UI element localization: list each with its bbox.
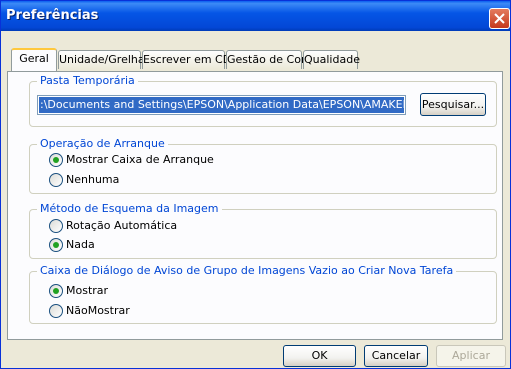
radio-label: Mostrar [66,284,109,297]
radio-selected-icon [49,153,63,167]
radio-label: Nada [66,238,95,251]
empty-warning-title: Caixa de Diálogo de Aviso de Grupo de Im… [37,264,457,277]
radio-hide-warning[interactable]: NãoMostrar [49,304,169,318]
tab-label: Geral [19,52,49,65]
tab-unidade-grelha[interactable]: Unidade/Grelha [58,50,145,69]
radio-label: Mostrar Caixa de Arranque [66,153,214,166]
radio-show-startup[interactable]: Mostrar Caixa de Arranque [49,153,249,167]
close-icon [494,13,505,24]
radio-auto-rotation[interactable]: Rotação Automática [49,219,249,233]
radio-show-warning[interactable]: Mostrar [49,284,169,298]
cancel-button[interactable]: Cancelar [364,345,428,367]
apply-label: Aplicar [452,349,490,362]
close-button[interactable] [489,8,510,29]
tab-geral[interactable]: Geral [11,48,57,71]
tab-label: Unidade/Grelha [59,53,145,66]
ok-label: OK [311,349,328,362]
startup-title: Operação de Arranque [37,137,168,150]
ok-button[interactable]: OK [283,345,356,367]
tab-qualidade[interactable]: Qualidade [303,50,360,69]
title-bar[interactable]: Preferências [1,1,510,31]
radio-label: NãoMostrar [66,304,130,317]
window-title: Preferências [6,8,99,23]
radio-selected-icon [49,284,63,298]
radio-no-startup[interactable]: Nenhuma [49,173,169,187]
tab-escrever-em-cd[interactable]: Escrever em CD [142,50,231,69]
tab-label: Qualidade [304,53,360,66]
radio-empty-icon [49,173,63,187]
layout-method-title: Método de Esquema da Imagem [37,202,222,215]
temp-folder-path-field[interactable]: :\Documents and Settings\EPSON\Applicati… [37,95,406,115]
browse-label: Pesquisar... [421,98,485,111]
tab-label: Escrever em CD [143,53,232,66]
preferences-dialog: Preferências Geral Unidade/Grelha Escrev… [0,0,511,369]
cancel-label: Cancelar [371,349,421,362]
browse-button[interactable]: Pesquisar... [420,93,486,116]
temp-folder-path-text: :\Documents and Settings\EPSON\Applicati… [39,97,404,113]
radio-selected-icon [49,238,63,252]
temp-folder-title: Pasta Temporária [37,74,138,87]
tab-gestao-de-cor[interactable]: Gestão de Cor [226,50,306,69]
radio-empty-icon [49,304,63,318]
apply-button[interactable]: Aplicar [436,345,506,367]
radio-label: Rotação Automática [66,219,178,232]
radio-label: Nenhuma [66,173,120,186]
radio-no-layout[interactable]: Nada [49,238,169,252]
radio-empty-icon [49,219,63,233]
tab-label: Gestão de Cor [227,53,306,66]
